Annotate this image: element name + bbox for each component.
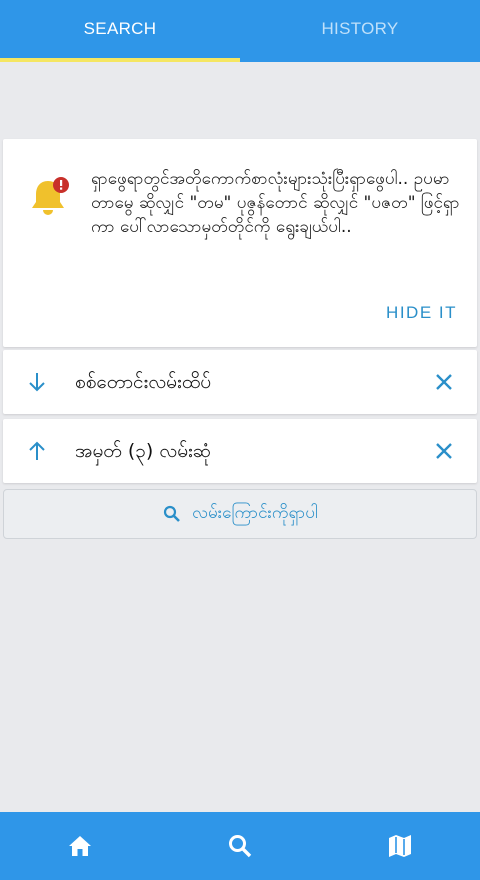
top-tab-bar: SEARCH HISTORY — [0, 0, 480, 62]
find-route-button[interactable]: လမ်းကြောင်းကိုရှာပါ — [3, 489, 477, 539]
notice-message: ရှာဖွေရာတွင်အတိုကောက်စာလုံးများသုံးပြီးရ… — [91, 169, 460, 237]
tab-indicator — [0, 58, 240, 62]
to-stop-label: အမှတ် (၃) လမ်းဆုံ — [75, 440, 212, 462]
tab-history[interactable]: HISTORY — [240, 0, 480, 62]
to-stop-row[interactable]: အမှတ် (၃) လမ်းဆုံ — [3, 419, 477, 483]
search-icon — [164, 505, 181, 522]
clear-from-icon[interactable] — [433, 371, 455, 393]
arrow-up-icon — [29, 441, 45, 460]
clear-to-icon[interactable] — [433, 440, 455, 462]
search-icon — [229, 835, 252, 858]
bottom-nav-bar — [0, 812, 480, 880]
from-stop-label: စစ်တောင်းလမ်းထိပ် — [75, 371, 212, 393]
nav-home[interactable] — [0, 812, 160, 880]
notice-card: ရှာဖွေရာတွင်အတိုကောက်စာလုံးများသုံးပြီးရ… — [3, 139, 477, 347]
tab-search[interactable]: SEARCH — [0, 0, 240, 62]
bell-alert-icon — [32, 177, 69, 215]
map-icon — [389, 835, 411, 857]
find-route-label: လမ်းကြောင်းကိုရှာပါ — [192, 502, 318, 523]
hide-it-button[interactable]: HIDE IT — [386, 303, 457, 323]
nav-map[interactable] — [320, 812, 480, 880]
arrow-down-icon — [29, 373, 45, 392]
home-icon — [69, 836, 91, 856]
nav-search[interactable] — [160, 812, 320, 880]
from-stop-row[interactable]: စစ်တောင်းလမ်းထိပ် — [3, 350, 477, 414]
